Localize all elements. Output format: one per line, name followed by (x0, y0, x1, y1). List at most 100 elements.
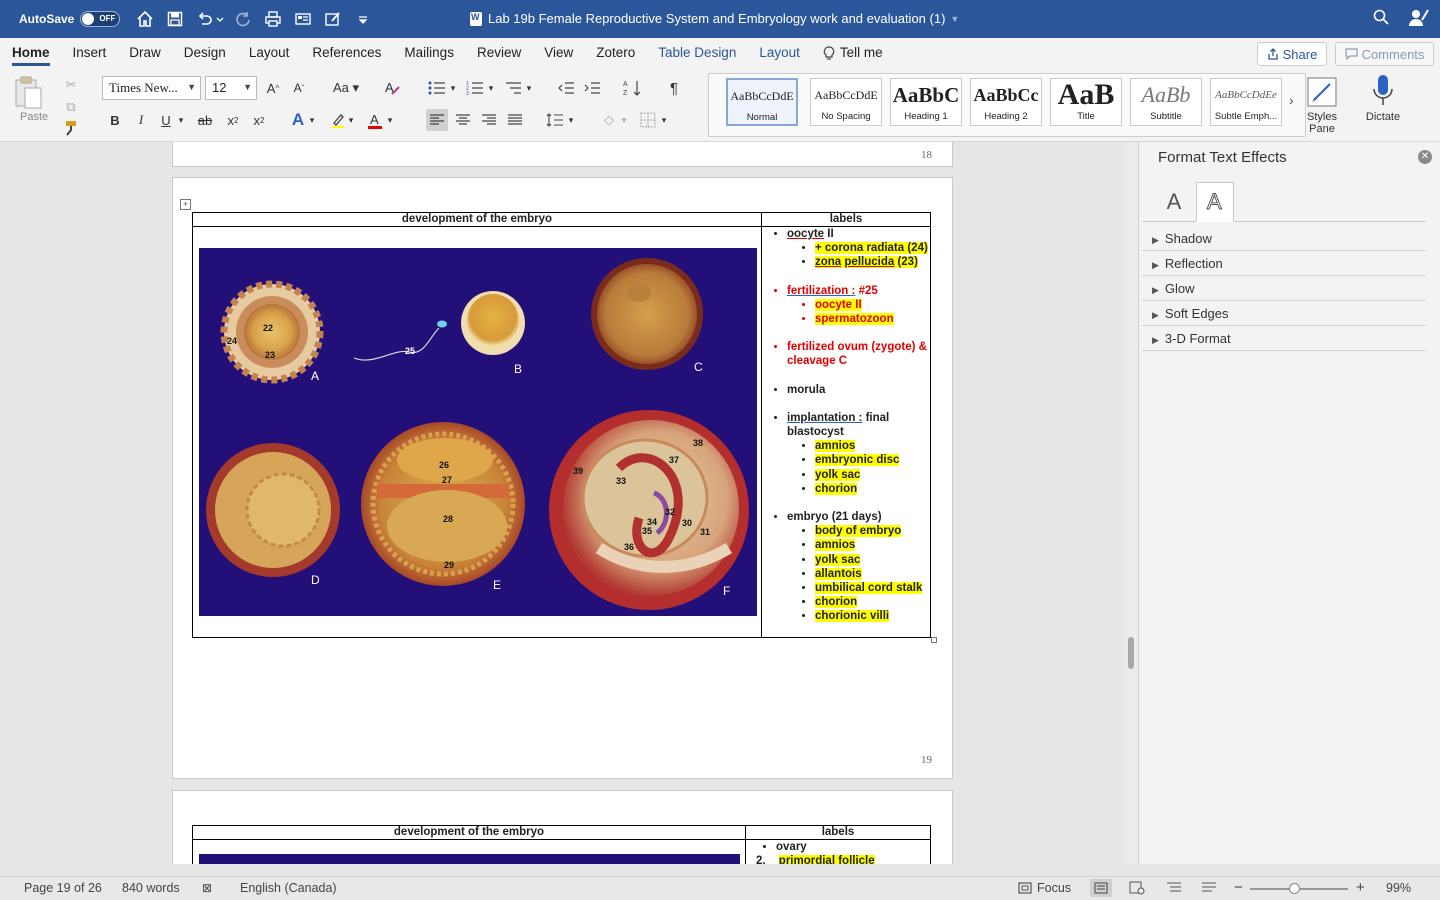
shading-dropdown-icon[interactable]: ▾ (618, 109, 630, 131)
tab-table-design[interactable]: Table Design (658, 38, 736, 68)
decrease-indent-icon[interactable] (555, 77, 577, 99)
list-item[interactable]: chorion (815, 482, 930, 496)
zoom-slider-knob[interactable] (1288, 883, 1300, 894)
list-item[interactable]: body of embryo (815, 524, 930, 538)
section-shadow[interactable]: ▶ Shadow (1142, 226, 1426, 251)
ovary-figure[interactable] (199, 854, 740, 864)
tab-review[interactable]: Review (477, 38, 521, 68)
list-item[interactable]: allantois (815, 567, 930, 581)
list-item[interactable]: chorionic villi (815, 609, 930, 623)
tab-text-fill-outline[interactable]: A (1155, 182, 1193, 222)
line-spacing-dropdown-icon[interactable]: ▾ (565, 109, 577, 131)
list-item[interactable]: fertilized ovum (zygote) & cleavage C (787, 340, 930, 368)
list-item[interactable]: umbilical cord stalk (815, 581, 930, 595)
dictate-button[interactable]: Dictate (1362, 74, 1404, 123)
list-item[interactable]: embryonic disc (815, 453, 930, 467)
change-case-icon[interactable]: Aa ▾ (330, 77, 362, 99)
list-item[interactable]: yolk sac (815, 553, 930, 567)
styles-more-chevron-icon[interactable]: › (1289, 92, 1294, 108)
close-icon[interactable]: ✕ (1418, 150, 1432, 164)
list-item[interactable]: chorion (815, 595, 930, 609)
highlight-dropdown-icon[interactable]: ▾ (345, 109, 357, 131)
list-item[interactable]: fertilization : #25 oocyte II spermatozo… (787, 284, 930, 327)
underline-dropdown-icon[interactable]: ▾ (175, 109, 187, 131)
style-no-spacing[interactable]: AaBbCcDdE No Spacing (810, 78, 882, 126)
increase-indent-icon[interactable] (581, 77, 603, 99)
page-19[interactable]: + development of the embryo labels A B C… (172, 177, 953, 779)
table-move-handle-icon[interactable]: + (180, 199, 191, 210)
table-header-development[interactable]: development of the embryo (192, 825, 746, 840)
align-center-icon[interactable] (452, 109, 474, 131)
shrink-font-icon[interactable]: Aˇ (288, 77, 310, 99)
subscript-icon[interactable]: x2 (222, 109, 244, 131)
font-color-dropdown-icon[interactable]: ▾ (384, 109, 396, 131)
autosave-toggle[interactable]: OFF (80, 11, 121, 27)
labels-cell[interactable]: oocyte II + corona radiata (24) zona pel… (761, 226, 931, 638)
word-count[interactable]: 840 words (122, 881, 180, 895)
font-color-icon[interactable]: A (364, 109, 386, 131)
tab-references[interactable]: References (312, 38, 381, 68)
draft-view-icon[interactable] (1201, 881, 1217, 898)
focus-button[interactable]: Focus (1018, 881, 1071, 895)
vertical-scrollbar[interactable] (1124, 142, 1138, 864)
table-header-development[interactable]: development of the embryo (192, 212, 762, 227)
align-left-icon[interactable] (426, 109, 448, 131)
language[interactable]: English (Canada) (240, 881, 337, 895)
document-canvas[interactable]: 18 + development of the embryo labels A … (0, 142, 1138, 864)
save-icon[interactable] (164, 8, 186, 30)
list-item[interactable]: yolk sac (815, 468, 930, 482)
comments-button[interactable]: Comments (1335, 42, 1434, 66)
show-formatting-icon[interactable]: ¶ (663, 77, 685, 99)
tab-zotero[interactable]: Zotero (596, 38, 635, 68)
style-title[interactable]: AaB Title (1050, 78, 1122, 126)
styles-pane-button[interactable]: Styles Pane (1305, 76, 1339, 135)
paste-button[interactable] (13, 76, 49, 110)
account-icon[interactable] (1408, 8, 1430, 31)
list-item[interactable]: morula (787, 383, 930, 397)
tab-text-effects[interactable]: A (1196, 182, 1234, 222)
style-subtitle[interactable]: AaBb Subtitle (1130, 78, 1202, 126)
underline-icon[interactable]: U (155, 109, 177, 131)
tab-table-layout[interactable]: Layout (759, 38, 800, 68)
page-count[interactable]: Page 19 of 26 (24, 881, 102, 895)
style-heading-1[interactable]: AaBbC Heading 1 (890, 78, 962, 126)
web-layout-view-icon[interactable] (1129, 881, 1145, 898)
format-painter-icon[interactable] (60, 117, 82, 139)
list-item[interactable]: embryo (21 days) body of embryo amnios y… (787, 510, 930, 624)
print-layout-view-icon[interactable] (1090, 879, 1112, 897)
print-icon[interactable] (262, 8, 284, 30)
borders-icon[interactable] (637, 109, 659, 131)
tab-mailings[interactable]: Mailings (404, 38, 454, 68)
line-spacing-icon[interactable] (544, 109, 566, 131)
embryo-development-figure[interactable]: A B C D E F 22 24 23 25 26 27 28 29 38 3… (199, 248, 757, 616)
section-reflection[interactable]: ▶ Reflection (1142, 251, 1426, 276)
figure-cell[interactable]: A B C D E F 22 24 23 25 26 27 28 29 38 3… (192, 226, 762, 638)
edit-document-icon[interactable] (322, 8, 344, 30)
style-normal[interactable]: AaBbCcDdE Normal (726, 78, 798, 126)
sort-icon[interactable]: AZ (622, 77, 644, 99)
scrollbar-thumb[interactable] (1128, 637, 1134, 669)
title-chevron-icon[interactable]: ▼ (950, 14, 959, 24)
font-name-select[interactable]: Times New... ▼ (102, 76, 201, 100)
shading-icon[interactable]: ◇ (598, 109, 620, 131)
bullets-icon[interactable] (426, 77, 448, 99)
tab-design[interactable]: Design (184, 38, 226, 68)
zoom-out-icon[interactable]: − (1234, 879, 1243, 896)
page-18[interactable]: 18 (172, 142, 953, 167)
undo-icon[interactable] (194, 8, 216, 30)
borders-dropdown-icon[interactable]: ▾ (658, 109, 670, 131)
numbering-icon[interactable]: 123 (464, 77, 486, 99)
tab-view[interactable]: View (544, 38, 573, 68)
table-header-labels[interactable]: labels (745, 825, 931, 840)
style-subtle-emphasis[interactable]: AaBbCcDdEe Subtle Emph... (1210, 78, 1282, 126)
customize-toolbar-icon[interactable] (352, 8, 374, 30)
tab-home[interactable]: Home (12, 38, 50, 68)
cut-icon[interactable]: ✂ (60, 74, 82, 96)
zoom-level[interactable]: 99% (1386, 881, 1411, 895)
superscript-icon[interactable]: x2 (248, 109, 270, 131)
copy-icon[interactable]: ⧉ (60, 96, 82, 118)
numbering-dropdown-icon[interactable]: ▾ (485, 77, 497, 99)
style-heading-2[interactable]: AaBbCc Heading 2 (970, 78, 1042, 126)
list-item[interactable]: amnios (815, 538, 930, 552)
list-item[interactable]: spermatozoon (815, 312, 930, 326)
